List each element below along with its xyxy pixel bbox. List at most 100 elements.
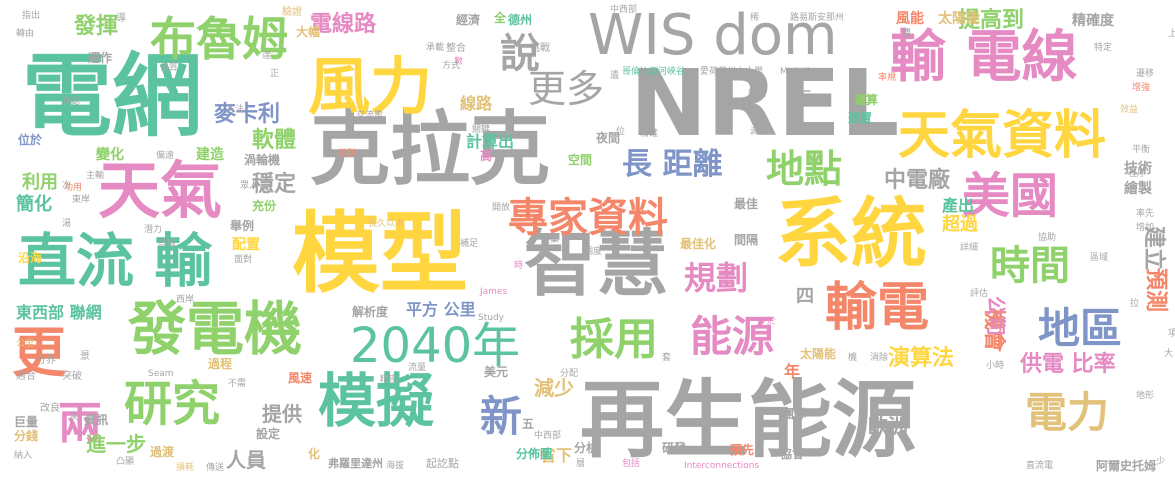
- cloud-word: 巨量: [14, 415, 39, 429]
- cloud-word: 輸 電線: [890, 25, 1078, 90]
- cloud-word: Interconnections: [684, 461, 760, 471]
- cloud-word: 哥倫比亞河峽谷: [622, 67, 686, 77]
- cloud-word: 天氣資料: [898, 106, 1107, 166]
- cloud-word: 四: [796, 286, 814, 307]
- cloud-word: 設定: [256, 427, 281, 441]
- cloud-word: 位: [616, 127, 626, 137]
- cloud-word: 發揮: [74, 14, 119, 39]
- cloud-word: 特定: [1094, 43, 1113, 53]
- cloud-word: 人員: [226, 448, 266, 472]
- cloud-word: 舉例: [230, 219, 255, 233]
- cloud-word: 專家資料: [508, 195, 668, 241]
- cloud-word: 團隊: [782, 407, 807, 421]
- cloud-word: 中西部: [610, 5, 638, 15]
- cloud-word: 少: [1156, 457, 1166, 467]
- cloud-word: 損耗: [176, 463, 195, 473]
- cloud-word: 高: [480, 149, 493, 163]
- cloud-word: 方法: [226, 105, 245, 115]
- cloud-word: 遺: [610, 71, 620, 81]
- cloud-word: 達: [262, 51, 272, 61]
- cloud-word: 中電廠: [884, 168, 951, 193]
- cloud-word: 次: [62, 181, 72, 191]
- cloud-word: 評估: [970, 289, 989, 299]
- cloud-word: 預測: [1143, 268, 1168, 313]
- cloud-word: 運算: [854, 93, 879, 107]
- cloud-word: 協助: [1038, 233, 1057, 243]
- cloud-word: 東岸: [72, 195, 91, 205]
- cloud-word: 率先: [1136, 209, 1155, 219]
- cloud-word: 差別: [338, 149, 357, 159]
- cloud-word: 軟體: [252, 128, 297, 153]
- cloud-word: 路易斯安那州: [790, 13, 845, 23]
- cloud-word: 調度: [584, 247, 603, 257]
- cloud-word: 項: [1168, 329, 1175, 339]
- cloud-word: 變化: [96, 147, 124, 163]
- cloud-word: 方式: [442, 61, 461, 71]
- cloud-word: 稀: [750, 13, 760, 23]
- cloud-word: 精確: [640, 129, 659, 139]
- cloud-word: 機: [848, 353, 858, 363]
- cloud-word: 新: [480, 392, 523, 441]
- cloud-word: 挑戰: [530, 43, 550, 54]
- cloud-word: 研發: [662, 441, 687, 455]
- cloud-word: McCalley: [780, 67, 821, 77]
- cloud-word: 採用: [570, 314, 658, 365]
- cloud-word: 地點: [766, 147, 843, 191]
- cloud-word: 長久以來: [368, 219, 405, 229]
- cloud-word: 起訖點: [426, 457, 459, 470]
- cloud-word: 發電機: [128, 295, 303, 363]
- cloud-word: 過渡: [150, 445, 175, 459]
- cloud-word: 偏遠: [156, 151, 175, 161]
- cloud-word: 不需: [228, 379, 247, 389]
- cloud-word: 時間: [990, 243, 1070, 289]
- cloud-word: 渦輪機: [244, 153, 281, 167]
- cloud-word: 開放: [492, 203, 511, 213]
- cloud-word: 公司: [984, 296, 1008, 336]
- cloud-word: 全: [494, 11, 507, 25]
- cloud-word: 建置: [848, 111, 873, 125]
- cloud-word: 長 距離: [622, 147, 723, 182]
- cloud-word: 年: [784, 362, 801, 381]
- cloud-word: 協會: [780, 447, 805, 461]
- cloud-word: 少於: [758, 317, 777, 327]
- cloud-word: 分錢: [14, 429, 39, 443]
- cloud-word: 2040年: [350, 318, 521, 374]
- cloud-word: 改良: [40, 403, 60, 414]
- cloud-word: 導: [116, 13, 126, 24]
- cloud-word: 阿爾史托姆: [1096, 459, 1157, 473]
- cloud-word: 潛力: [144, 225, 163, 235]
- cloud-word: 線路: [460, 94, 493, 113]
- cloud-word: 風力: [308, 50, 433, 123]
- cloud-word: 簡化: [16, 194, 52, 215]
- cloud-word: 地區: [1038, 304, 1123, 353]
- cloud-word: 轉由: [16, 29, 35, 39]
- cloud-word: 公里: [16, 339, 35, 349]
- cloud-word: 時: [514, 261, 524, 271]
- cloud-word: 凸顯: [116, 457, 135, 467]
- cloud-word: 美國: [962, 168, 1059, 224]
- cloud-word: 首城: [158, 239, 177, 249]
- cloud-word: 過程: [208, 357, 233, 371]
- cloud-word: 補足: [460, 239, 479, 249]
- cloud-word: 沿海: [18, 251, 43, 265]
- cloud-word: 顯示: [788, 89, 813, 103]
- cloud-word: 減弱: [750, 127, 769, 137]
- cloud-word: 直流電: [1026, 461, 1054, 471]
- cloud-word: 承認: [62, 97, 81, 107]
- cloud-word: 超過: [942, 214, 978, 235]
- cloud-word: AI: [852, 75, 862, 86]
- cloud-word: 詳細: [960, 243, 979, 253]
- cloud-word: 運作: [88, 51, 113, 65]
- cloud-word: 麥卡利: [214, 102, 281, 127]
- cloud-word: 率規: [878, 73, 897, 83]
- cloud-word: 樓: [902, 29, 912, 39]
- cloud-word: 東西部 聯網: [16, 303, 102, 322]
- cloud-word: 美元: [484, 365, 509, 379]
- cloud-word: 位於: [18, 133, 43, 147]
- cloud-word: 適合: [16, 371, 36, 382]
- cloud-word: 主輸: [86, 171, 105, 181]
- cloud-word: 分界: [36, 355, 56, 366]
- cloud-word: 優質: [160, 63, 179, 73]
- cloud-word: 大幅: [296, 25, 321, 39]
- cloud-word: 整合: [446, 43, 466, 54]
